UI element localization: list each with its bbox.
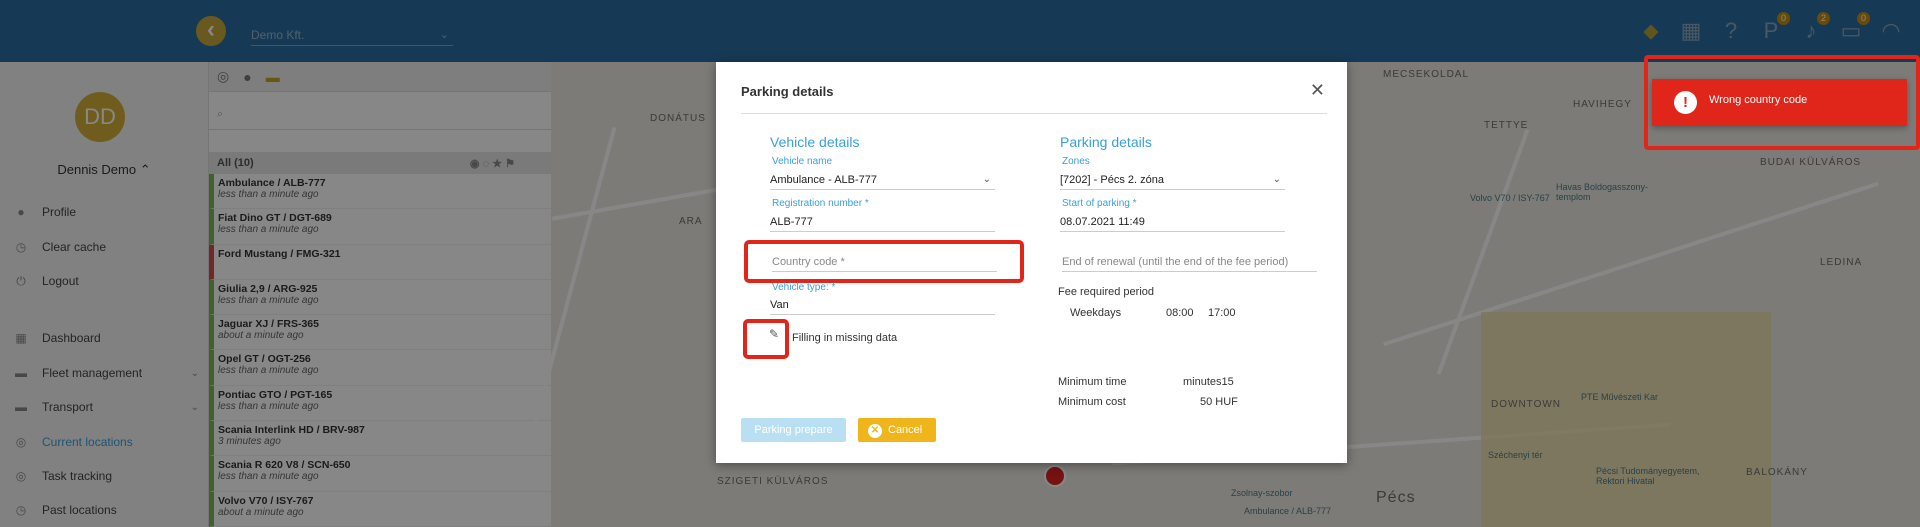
parking-prepare-button[interactable]: Parking prepare bbox=[741, 418, 846, 442]
zones-value: [7202] - Pécs 2. zóna bbox=[1060, 174, 1164, 186]
parking-details-heading: Parking details bbox=[1060, 134, 1152, 150]
vehicle-type-label: Vehicle type: * bbox=[772, 282, 836, 293]
zones-label: Zones bbox=[1062, 156, 1090, 167]
start-of-parking-value: 08.07.2021 11:49 bbox=[1060, 216, 1145, 228]
minimum-cost-value: 50 HUF bbox=[1200, 396, 1238, 408]
dialog-title: Parking details bbox=[741, 84, 834, 99]
error-toast[interactable]: ! Wrong country code bbox=[1652, 79, 1907, 126]
cancel-button[interactable]: ✕ Cancel bbox=[858, 418, 936, 442]
parking-details-dialog: Parking details ✕ Vehicle details Vehicl… bbox=[716, 62, 1347, 463]
dialog-divider bbox=[741, 113, 1327, 114]
minimum-time-label: Minimum time bbox=[1058, 376, 1127, 388]
fee-day: Weekdays bbox=[1070, 307, 1122, 319]
filling-missing-data-label: Filling in missing data bbox=[792, 332, 898, 344]
vehicle-name-select[interactable]: Ambulance - ALB-777 ⌄ bbox=[770, 174, 995, 190]
vehicle-details-heading: Vehicle details bbox=[770, 134, 860, 150]
alert-icon: ! bbox=[1674, 91, 1697, 114]
fee-to: 17:00 bbox=[1208, 307, 1236, 319]
minimum-time-value: minutes15 bbox=[1183, 376, 1234, 388]
registration-field[interactable]: ALB-777 bbox=[770, 216, 995, 232]
pencil-icon[interactable]: ✎ bbox=[769, 327, 779, 341]
minimum-cost-label: Minimum cost bbox=[1058, 396, 1126, 408]
vehicle-name-value: Ambulance - ALB-777 bbox=[770, 174, 878, 186]
cancel-button-label: Cancel bbox=[888, 424, 923, 436]
registration-label: Registration number * bbox=[772, 198, 869, 209]
start-of-parking-label: Start of parking * bbox=[1062, 198, 1137, 209]
zones-select[interactable]: [7202] - Pécs 2. zóna ⌄ bbox=[1060, 174, 1285, 190]
toast-message: Wrong country code bbox=[1709, 94, 1808, 106]
country-code-field[interactable]: Country code * bbox=[772, 256, 997, 272]
close-icon[interactable]: ✕ bbox=[1310, 80, 1325, 101]
edit-highlight bbox=[743, 319, 789, 359]
end-of-renewal-field[interactable]: End of renewal (until the end of the fee… bbox=[1062, 256, 1317, 272]
vehicle-type-value: Van bbox=[770, 299, 789, 311]
close-icon: ✕ bbox=[868, 424, 882, 438]
start-of-parking-field[interactable]: 08.07.2021 11:49 bbox=[1060, 216, 1285, 232]
chevron-down-icon: ⌄ bbox=[1272, 174, 1281, 185]
vehicle-type-field[interactable]: Van bbox=[770, 299, 995, 315]
vehicle-name-label: Vehicle name bbox=[772, 156, 833, 167]
fee-from: 08:00 bbox=[1166, 307, 1194, 319]
country-code-placeholder: Country code * bbox=[772, 256, 845, 268]
chevron-down-icon: ⌄ bbox=[982, 174, 991, 185]
registration-value: ALB-777 bbox=[770, 216, 813, 228]
fee-required-period-label: Fee required period bbox=[1058, 286, 1155, 298]
end-of-renewal-placeholder: End of renewal (until the end of the fee… bbox=[1062, 256, 1289, 268]
